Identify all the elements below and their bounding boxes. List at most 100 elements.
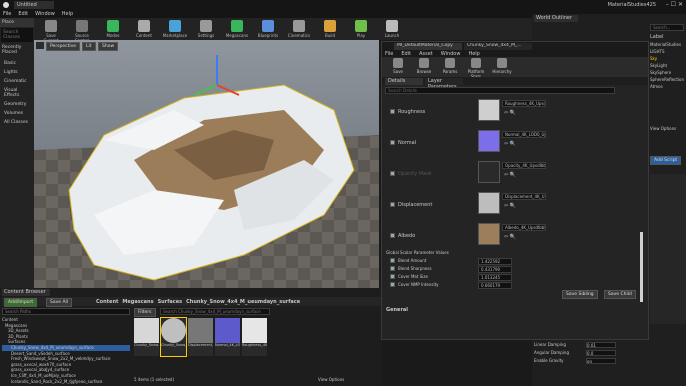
scalar-checkbox[interactable] [390,282,395,287]
params-tool-button[interactable]: Params [438,58,462,74]
source-control-button[interactable]: Source Control [69,19,95,43]
scalar-value[interactable]: 0.431790 [478,266,512,273]
outliner-item[interactable]: SphereReflection [650,77,686,84]
add-script-button[interactable]: Add Script [650,156,682,165]
panel-tab-0[interactable]: Details [385,78,423,85]
texture-thumbnail[interactable] [478,192,500,214]
view-options-button-outliner[interactable]: View Options [650,126,676,131]
arrow-icon[interactable]: ⇦ 🔍 [504,203,516,209]
place-search[interactable]: Search Classes [1,28,33,42]
lit-button[interactable]: Lit [82,42,96,51]
param-checkbox[interactable] [390,109,395,114]
content-browser-tab[interactable]: Content Browser [2,289,50,296]
world-outliner-tab[interactable]: World Outliner [534,15,578,22]
place-category[interactable]: Visual Effects [2,86,32,100]
browse-tool-button[interactable]: Browse [412,58,436,74]
level-tab[interactable]: Untitled [14,1,54,9]
modes-button[interactable]: Modes [100,19,126,39]
texture-thumbnail[interactable] [478,223,500,245]
param-checkbox[interactable] [390,171,395,176]
texture-select[interactable]: Roughness_4K_UpsdIbblan [502,100,546,107]
asset-tile[interactable]: Displacement_4K [188,318,213,356]
outliner-search-input[interactable]: Search... [650,24,684,31]
prop-value[interactable]: on [586,358,616,364]
texture-select[interactable]: Displacement_4K_UpsdIbblan [502,193,546,200]
place-tab[interactable]: Place [0,18,34,27]
view-options-button[interactable]: View Options [318,377,344,382]
save-all-button[interactable]: Save All [46,298,73,307]
breadcrumb-item[interactable]: Surfaces [158,299,183,305]
outliner-item[interactable]: Atmos [650,84,686,91]
scalar-value[interactable]: 1.422592 [478,258,512,265]
asset-tile[interactable]: Normal_4K_LOD0 [215,318,240,356]
launch-button[interactable]: Launch [379,19,405,39]
material-tab[interactable]: Chunky_Snow_4x4_M_... [464,43,532,50]
texture-select[interactable]: Albedo_4K_UpsdIbblan [502,224,546,231]
menu-edit[interactable]: Edit [18,11,28,17]
blueprints-button[interactable]: Blueprints [255,19,281,39]
breadcrumb-item[interactable]: Megascans [122,299,153,305]
details-search-input[interactable]: Search Details [385,87,615,94]
recently-placed[interactable]: Recently Placed [0,43,34,57]
content-button[interactable]: Content [131,19,157,39]
search-paths-input[interactable]: Search Paths [2,308,130,315]
perspective-button[interactable]: Perspective [46,42,81,51]
texture-select[interactable]: Normal_4K_LOD0_UpsdIbblan [502,131,546,138]
save-current-button[interactable]: Save Current [38,19,64,43]
cinematics-button[interactable]: Cinematics [286,19,312,39]
outliner-item[interactable]: MaterialStudies [650,42,686,49]
place-category[interactable]: Lights [2,68,32,77]
material-tab[interactable]: MI_DefaultMaterial_Copy [394,43,462,50]
place-category[interactable]: Cinematic [2,77,32,86]
outliner-item[interactable]: SkyLight [650,63,686,70]
scalar-checkbox[interactable] [390,258,395,263]
arrow-icon[interactable]: ⇦ 🔍 [504,234,516,240]
panel-tab-1[interactable]: Layer Parameters [425,78,463,90]
menu-file[interactable]: File [3,11,11,17]
texture-thumbnail[interactable] [478,161,500,183]
outliner-item[interactable]: Sky [650,56,686,63]
arrow-icon[interactable]: ⇦ 🔍 [504,141,516,147]
texture-thumbnail[interactable] [478,99,500,121]
param-checkbox[interactable] [390,202,395,207]
build-button[interactable]: Build [317,19,343,39]
window-controls[interactable]: – ☐ ✕ [666,1,683,8]
megascans-button[interactable]: Megascans [224,19,250,39]
content-search-input[interactable]: Search Chunky_Snow_4x4_M_ueumdayn_surfac… [160,308,270,315]
prop-value[interactable]: 0.0 [586,350,616,356]
param-checkbox[interactable] [390,140,395,145]
arrow-icon[interactable]: ⇦ 🔍 [504,172,516,178]
arrow-icon[interactable]: ⇦ 🔍 [504,110,516,116]
asset-tile[interactable]: Chunky_Snow... [134,318,159,356]
scalar-group-header[interactable]: Global Scalar Parameter Values [386,250,449,255]
scalar-checkbox[interactable] [390,266,395,271]
viewport-menu-button[interactable] [36,42,44,49]
outliner-item[interactable]: LIGHTS [650,49,686,56]
place-category[interactable]: Volumes [2,109,32,118]
menu-help[interactable]: Help [62,11,73,17]
param-checkbox[interactable] [390,233,395,238]
texture-select[interactable]: Opacity_4K_UpsdIbblan [502,162,546,169]
filters-button[interactable]: Filters [134,308,156,317]
menu-window[interactable]: Window [35,11,55,17]
asset-tile[interactable]: Roughness_4K [242,318,267,356]
place-category[interactable]: All Classes [2,118,32,127]
scrollbar-thumb[interactable] [640,232,643,302]
breadcrumb-item[interactable]: Content [96,299,118,305]
scalar-value[interactable]: 0.660179 [478,282,512,289]
add-import-button[interactable]: Add/Import [4,298,38,307]
place-category[interactable]: Geometry [2,100,32,109]
folder-item[interactable]: Icelandic_Sand_Rock_2x2_M_tjgfyeoo_surfa… [2,379,130,385]
prop-value[interactable]: 0.01 [586,342,616,348]
asset-tile[interactable]: Chunky_Snow_4x4_M_... [160,317,187,357]
marketplace-button[interactable]: Marketplace [162,19,188,39]
save-tool-button[interactable]: Save [386,58,410,74]
platform-stats-tool-button[interactable]: Platform Stats [464,58,488,79]
breadcrumb-item[interactable]: Chunky_Snow_4x4_M_ueumdayn_surface [186,299,300,305]
play-button[interactable]: Play [348,19,374,39]
texture-thumbnail[interactable] [478,130,500,152]
scalar-checkbox[interactable] [390,274,395,279]
save-child-button[interactable]: Save Child [604,290,636,299]
place-category[interactable]: Basic [2,59,32,68]
outliner-item[interactable]: SkySphere [650,70,686,77]
